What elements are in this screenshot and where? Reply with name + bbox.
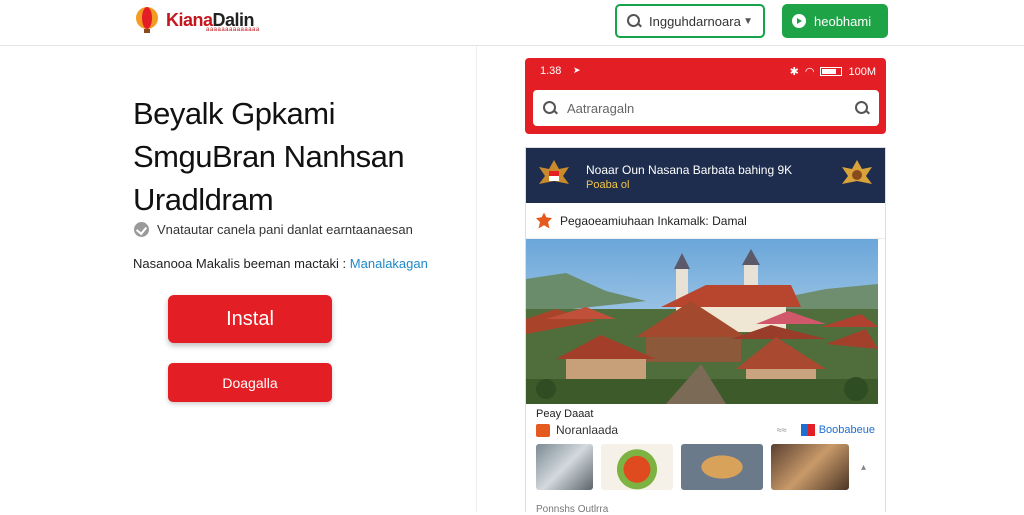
phone-app-bar: 1.38 ➤ ✱ ◠ 100M Aatraragaln — [525, 58, 886, 134]
battery-icon — [820, 67, 843, 76]
hero-title: Beyalk Gpkami SmguBran Nanhsan Uradldram — [133, 92, 463, 221]
thumbnail-3[interactable] — [681, 444, 763, 490]
flower-icon — [536, 212, 552, 229]
check-circle-icon — [134, 222, 149, 237]
hero-title-line-3: Uradldram — [133, 182, 274, 217]
news-meta-icon: ≈≈ — [776, 425, 787, 435]
bottom-caption: Ponnshs Outlrra — [536, 504, 609, 515]
install-button[interactable]: Instal — [168, 295, 332, 343]
phone-search-input[interactable]: Aatraragaln — [533, 90, 879, 126]
landmark-photo[interactable] — [526, 239, 878, 404]
thumbnail-4[interactable] — [771, 444, 849, 490]
status-time: 1.38 — [540, 65, 562, 77]
language-select[interactable]: Ingguhdarnoara ▼ — [615, 4, 765, 38]
feature-check-text: Vnatautar canela pani danlat earntaanaes… — [157, 222, 413, 237]
garuda-emblem-icon — [539, 160, 569, 184]
note-line: Nasanooa Makalis beeman mactaki : Manala… — [133, 256, 428, 271]
hero-title-line-2: SmguBran Nanhsan — [133, 139, 405, 174]
secondary-button[interactable]: Doagalla — [168, 363, 332, 402]
card-subtitle: Poaba ol — [586, 179, 630, 191]
note-text: Nasanooa Makalis beeman mactaki : — [133, 256, 347, 271]
hero-title-line-1: Beyalk Gpkami — [133, 96, 335, 131]
thumbnail-more-icon[interactable]: ▴ — [861, 462, 866, 473]
phone-status-bar: 1.38 ➤ ✱ ◠ 100M — [525, 58, 886, 84]
search-icon — [543, 101, 557, 115]
section-label: Pegaoeamiuhaan Inkamalk: Damal — [560, 213, 747, 228]
garuda-emblem-icon — [842, 160, 872, 184]
news-icon — [536, 423, 550, 437]
location-arrow-icon: ➤ — [573, 65, 581, 75]
header-action-button[interactable]: heobhami — [782, 4, 888, 38]
feature-check: Vnatautar canela pani danlat earntaanaes… — [134, 222, 413, 237]
thumbnail-row: ▴ — [526, 440, 885, 490]
card-title: Noaar Oun Nasana Barbata bahing 9K — [586, 163, 793, 177]
flag-icon — [800, 424, 815, 436]
news-label: Noranlaada — [556, 423, 619, 437]
header-action-label: heobhami — [814, 13, 872, 29]
phone-search-placeholder: Aatraragaln — [567, 100, 635, 116]
thumbnail-2[interactable] — [601, 444, 673, 490]
language-select-value: Ingguhdarnoara — [649, 13, 741, 29]
news-tag[interactable]: Boobabeue — [800, 424, 875, 436]
search-submit-icon[interactable] — [855, 101, 869, 115]
card-header: Noaar Oun Nasana Barbata bahing 9K Poaba… — [526, 148, 885, 203]
section-label-row: Pegaoeamiuhaan Inkamalk: Damal — [526, 203, 885, 239]
search-icon — [627, 14, 641, 28]
bluetooth-icon: ✱ — [789, 66, 799, 78]
photo-caption: Peay Daaat — [536, 408, 594, 420]
status-right-text: 100M — [848, 65, 876, 78]
news-row[interactable]: Noranlaada ≈≈ Boobabeue — [526, 420, 885, 440]
balloon-logo-icon — [136, 7, 158, 33]
status-icons: ✱ ◠ 100M — [789, 65, 876, 79]
news-tag-label: Boobabeue — [818, 424, 875, 436]
app-content-card: Noaar Oun Nasana Barbata bahing 9K Poaba… — [525, 147, 886, 515]
top-bar: KianaDalin aaaaaaaaaaaaaa Ingguhdarnoara… — [0, 0, 1024, 46]
play-icon — [792, 14, 806, 28]
thumbnail-1[interactable] — [536, 444, 593, 490]
column-divider — [476, 46, 477, 512]
wifi-icon: ◠ — [804, 66, 815, 78]
note-link[interactable]: Manalakagan — [350, 256, 428, 271]
chevron-down-icon: ▼ — [743, 15, 753, 27]
logo-tagline: aaaaaaaaaaaaaa — [206, 27, 260, 33]
